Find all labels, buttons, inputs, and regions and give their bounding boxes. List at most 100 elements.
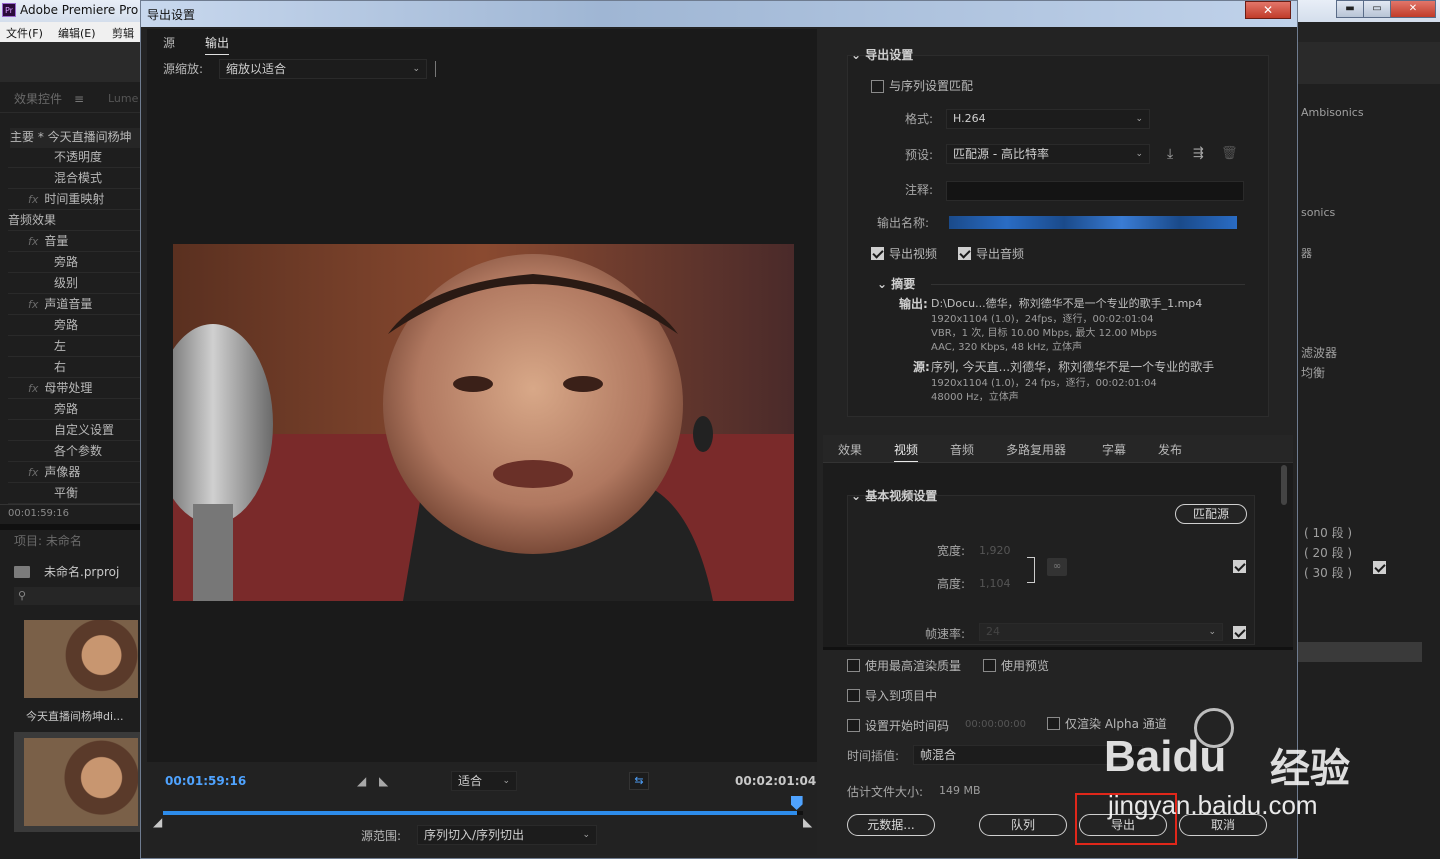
fx-icon[interactable]: fx bbox=[28, 382, 38, 395]
fps-match-checkbox[interactable] bbox=[1233, 626, 1246, 639]
tab-multiplexer[interactable]: 多路复用器 bbox=[1006, 441, 1066, 458]
effect-row[interactable]: 旁路 bbox=[8, 316, 140, 336]
effect-row[interactable]: fx 时间重映射 bbox=[8, 190, 140, 210]
use-preview-checkbox[interactable] bbox=[983, 659, 996, 672]
panel-menu-icon[interactable]: ≡ bbox=[74, 92, 94, 112]
comment-input[interactable] bbox=[946, 181, 1244, 201]
start-timecode-value[interactable]: 00:00:00:00 bbox=[965, 719, 1026, 730]
cancel-button[interactable]: 取消 bbox=[1179, 814, 1267, 836]
effect-row[interactable]: 自定义设置 bbox=[8, 421, 140, 441]
fx-icon[interactable]: fx bbox=[28, 466, 38, 479]
import-to-project-label: 导入到项目中 bbox=[865, 689, 938, 703]
effect-row[interactable]: 旁路 bbox=[8, 400, 140, 420]
width-value[interactable]: 1,920 bbox=[979, 544, 1011, 557]
effect-row[interactable]: 不透明度 bbox=[8, 148, 140, 168]
set-start-timecode-checkbox[interactable] bbox=[847, 719, 860, 732]
save-preset-icon[interactable]: ⤓ bbox=[1167, 146, 1173, 162]
alpha-only-checkbox[interactable] bbox=[1047, 717, 1060, 730]
timeline-track[interactable] bbox=[163, 811, 803, 815]
effect-item[interactable]: sonics bbox=[1301, 206, 1335, 219]
delete-preset-icon[interactable]: 🗑 bbox=[1221, 146, 1238, 161]
dialog-close-button[interactable]: ✕ bbox=[1245, 1, 1291, 19]
summary-header[interactable]: ⌄ 摘要 bbox=[877, 275, 915, 292]
effect-row[interactable]: 音频效果 bbox=[8, 211, 140, 231]
effect-item[interactable]: Ambisonics bbox=[1301, 106, 1364, 119]
menu-edit[interactable]: 编辑(E) bbox=[58, 25, 96, 41]
tab-publish[interactable]: 发布 bbox=[1158, 441, 1182, 458]
max-render-quality-checkbox[interactable] bbox=[847, 659, 860, 672]
effect-item[interactable]: ( 10 段 ) bbox=[1304, 524, 1352, 541]
out-point-marker-icon[interactable]: ◣ bbox=[803, 815, 812, 829]
match-source-button[interactable]: 匹配源 bbox=[1175, 504, 1247, 524]
effect-row-label: 级别 bbox=[54, 276, 79, 290]
export-audio-checkbox[interactable] bbox=[958, 247, 971, 260]
project-thumbnail-2[interactable] bbox=[24, 738, 138, 826]
effect-row[interactable]: 左 bbox=[8, 337, 140, 357]
fx-icon[interactable]: fx bbox=[28, 235, 38, 248]
scrollbar[interactable] bbox=[1281, 465, 1287, 505]
selected-effect-row[interactable] bbox=[1298, 642, 1422, 662]
tab-lumetri[interactable]: Lume bbox=[108, 92, 142, 112]
effect-row[interactable]: fx 声道音量 bbox=[8, 295, 140, 315]
metadata-button[interactable]: 元数据... bbox=[847, 814, 935, 836]
minimize-button[interactable]: ▬ bbox=[1336, 0, 1364, 18]
current-timecode[interactable]: 00:01:59:16 bbox=[165, 774, 246, 788]
import-to-project-checkbox[interactable] bbox=[847, 689, 860, 702]
source-scale-dropdown[interactable]: 缩放以适合 ⌄ bbox=[219, 59, 427, 79]
project-thumbnail-1[interactable] bbox=[24, 620, 138, 698]
preset-value: 匹配源 - 高比特率 bbox=[953, 147, 1049, 161]
format-dropdown[interactable]: H.264 ⌄ bbox=[946, 109, 1150, 129]
effect-item[interactable]: 器 bbox=[1301, 245, 1312, 261]
width-match-checkbox[interactable] bbox=[1373, 561, 1386, 574]
fx-icon[interactable]: fx bbox=[28, 193, 38, 206]
in-point-marker-icon[interactable]: ◢ bbox=[153, 815, 162, 829]
effect-row-label: 音频效果 bbox=[8, 213, 57, 227]
export-video-checkbox[interactable] bbox=[871, 247, 884, 260]
fx-icon[interactable]: fx bbox=[28, 298, 38, 311]
fit-dropdown[interactable]: 适合 ⌄ bbox=[451, 771, 517, 791]
tab-audio[interactable]: 音频 bbox=[950, 441, 974, 458]
basic-video-header[interactable]: ⌄ 基本视频设置 bbox=[851, 487, 937, 504]
effect-row[interactable]: fx 音量 bbox=[8, 232, 140, 252]
effect-item[interactable]: ( 20 段 ) bbox=[1304, 544, 1352, 561]
effect-row[interactable]: fx 母带处理 bbox=[8, 379, 140, 399]
effect-item[interactable]: 均衡 bbox=[1301, 364, 1325, 381]
match-sequence-checkbox[interactable] bbox=[871, 80, 884, 93]
mark-in-icon[interactable]: ◢ bbox=[357, 774, 366, 788]
time-interpolation-dropdown[interactable]: 帧混合 bbox=[913, 745, 1143, 765]
maximize-button[interactable]: ▭ bbox=[1363, 0, 1391, 18]
aspect-toggle-icon[interactable]: ⇆ bbox=[629, 772, 649, 790]
effect-row[interactable]: 混合模式 bbox=[8, 169, 140, 189]
tab-effects[interactable]: 效果 bbox=[838, 441, 862, 458]
menu-file[interactable]: 文件(F) bbox=[6, 25, 43, 41]
window-controls: ▬ ▭ ✕ bbox=[1336, 0, 1436, 18]
export-settings-header[interactable]: ⌄ 导出设置 bbox=[851, 46, 913, 63]
source-range-dropdown[interactable]: 序列切入/序列切出 ⌄ bbox=[417, 825, 597, 845]
effect-row[interactable]: fx 声像器 bbox=[8, 463, 140, 483]
mark-out-icon[interactable]: ◣ bbox=[379, 774, 388, 788]
tab-source[interactable]: 源 bbox=[163, 34, 175, 51]
import-preset-icon[interactable]: ⇶ bbox=[1193, 146, 1204, 161]
effect-row[interactable]: 右 bbox=[8, 358, 140, 378]
queue-button[interactable]: 队列 bbox=[979, 814, 1067, 836]
effect-row[interactable]: 级别 bbox=[8, 274, 140, 294]
tab-video[interactable]: 视频 bbox=[894, 441, 919, 462]
effect-row-label: 不透明度 bbox=[54, 150, 103, 164]
app-close-button[interactable]: ✕ bbox=[1390, 0, 1436, 18]
fps-dropdown[interactable]: 24 ⌄ bbox=[979, 623, 1223, 641]
effect-item[interactable]: ( 30 段 ) bbox=[1304, 564, 1352, 581]
search-input[interactable]: ⚲ bbox=[14, 587, 140, 605]
preset-label: 预设: bbox=[905, 148, 934, 162]
link-icon[interactable]: ∞ bbox=[1047, 558, 1067, 576]
size-match-checkbox[interactable] bbox=[1233, 560, 1246, 573]
height-value[interactable]: 1,104 bbox=[979, 577, 1011, 590]
effect-item[interactable]: 滤波器 bbox=[1301, 344, 1337, 361]
output-name-link[interactable] bbox=[949, 216, 1237, 229]
tab-output[interactable]: 输出 bbox=[205, 34, 230, 55]
tab-captions[interactable]: 字幕 bbox=[1102, 441, 1126, 458]
effect-row[interactable]: 各个参数 bbox=[8, 442, 140, 462]
effect-row[interactable]: 旁路 bbox=[8, 253, 140, 273]
menu-clip[interactable]: 剪辑 bbox=[112, 25, 134, 41]
effect-row[interactable]: 平衡 bbox=[8, 484, 140, 504]
preset-dropdown[interactable]: 匹配源 - 高比特率 ⌄ bbox=[946, 144, 1150, 164]
